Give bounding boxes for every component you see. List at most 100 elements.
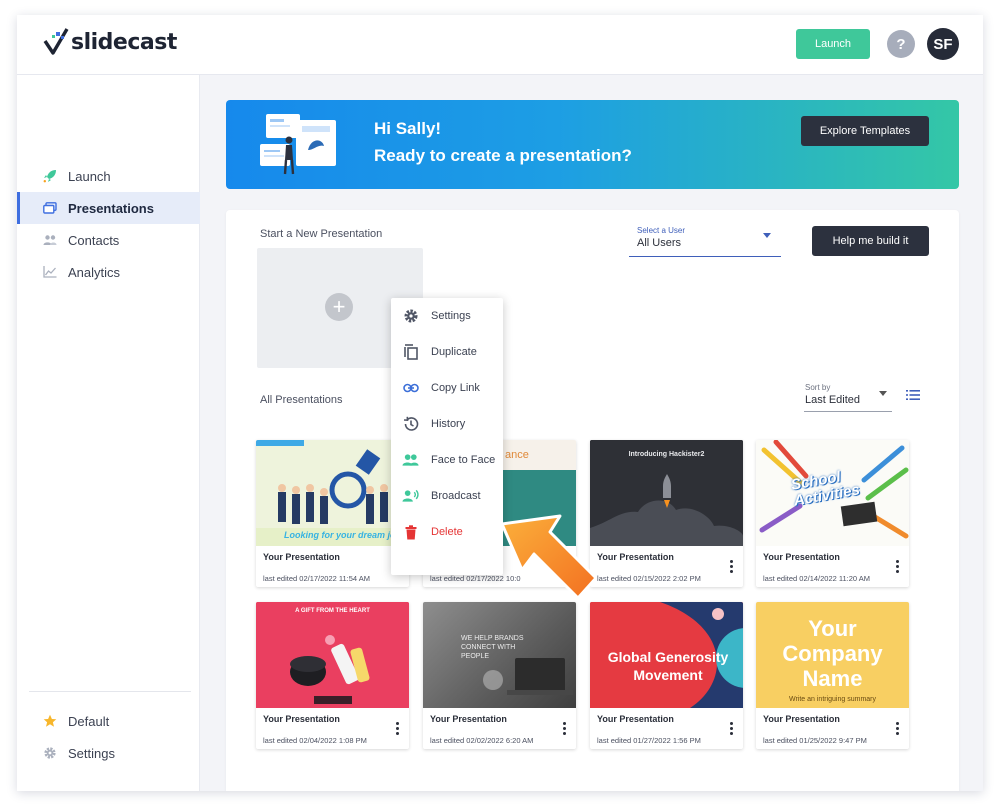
menu-item-label: Broadcast <box>431 490 481 502</box>
thumbnail-caption: A GIFT FROM THE HEART <box>295 608 370 614</box>
presentation-name: Your Presentation <box>263 552 340 562</box>
presentation-card[interactable]: Looking for your dream job? Your Present… <box>256 440 409 587</box>
sidebar-item-launch[interactable]: Launch <box>17 160 200 192</box>
presentation-date: last edited 02/02/2022 6:20 AM <box>430 736 534 745</box>
presentations-icon <box>43 201 57 215</box>
sidebar-item-presentations[interactable]: Presentations <box>17 192 200 224</box>
user-select-label: Select a User <box>637 226 686 235</box>
menu-item-label: Delete <box>431 526 463 538</box>
contacts-icon <box>43 233 57 247</box>
sidebar-item-label: Presentations <box>68 200 154 216</box>
sidebar-item-default[interactable]: Default <box>17 705 200 737</box>
menu-item-broadcast[interactable]: Broadcast <box>391 481 503 511</box>
menu-item-label: Settings <box>431 310 471 322</box>
presentation-card[interactable]: A GIFT FROM THE HEART Your Presentation … <box>256 602 409 749</box>
sidebar-divider <box>29 691 191 692</box>
welcome-banner: Hi Sally! Ready to create a presentation… <box>226 100 959 189</box>
thumbnail-caption: ance <box>505 449 529 461</box>
sort-select-value: Last Edited <box>805 394 861 406</box>
sidebar-item-settings[interactable]: Settings <box>17 737 200 769</box>
presentation-name: Your Presentation <box>597 552 674 562</box>
more-options-icon[interactable] <box>563 722 567 738</box>
thumbnail-caption: Looking for your dream job? <box>284 530 407 540</box>
gear-icon <box>402 308 419 325</box>
plus-icon: + <box>325 293 353 321</box>
presentation-name: Your Presentation <box>430 714 507 724</box>
logo-text: slidecast <box>71 29 177 55</box>
face-to-face-icon <box>402 452 419 469</box>
presentation-date: last edited 02/04/2022 1:08 PM <box>263 736 367 745</box>
explore-templates-button[interactable]: Explore Templates <box>801 116 929 146</box>
launch-button[interactable]: Launch <box>796 29 870 59</box>
presentation-name: Your Presentation <box>763 552 840 562</box>
presentation-name: Your Presentation <box>263 714 340 724</box>
thumbnail-caption: Introducing Hackister2 <box>628 451 705 458</box>
banner-greeting: Hi Sally! <box>374 119 442 138</box>
presentation-context-menu: Settings Duplicate Copy Link History Fac… <box>391 298 503 575</box>
user-select[interactable]: Select a User All Users <box>629 223 781 257</box>
sort-select[interactable]: Sort by Last Edited <box>804 378 892 412</box>
presentation-date: last edited 02/17/2022 11:54 AM <box>263 574 371 583</box>
menu-item-copy-link[interactable]: Copy Link <box>391 373 503 403</box>
more-options-icon[interactable] <box>896 560 900 576</box>
sidebar-item-label: Analytics <box>68 264 121 280</box>
analytics-icon <box>43 265 57 279</box>
presentation-card[interactable]: Global Generosity Movement Your Presenta… <box>590 602 743 749</box>
rocket-icon <box>43 169 57 183</box>
avatar[interactable]: SF <box>927 28 959 60</box>
presentation-card[interactable]: Introducing Hackister2 Your Presentation… <box>590 440 743 587</box>
menu-item-label: History <box>431 418 466 430</box>
presentations-panel: Start a New Presentation + Select a User… <box>226 210 959 791</box>
menu-item-face-to-face[interactable]: Face to Face <box>391 445 503 475</box>
menu-item-settings[interactable]: Settings <box>391 301 503 331</box>
pointer-arrow-icon <box>500 514 598 600</box>
presentation-card[interactable]: WE HELP BRANDS CONNECT WITH PEOPLE Your … <box>423 602 576 749</box>
presentation-date: last edited 02/15/2022 2:02 PM <box>597 574 701 583</box>
more-options-icon[interactable] <box>896 722 900 738</box>
menu-item-duplicate[interactable]: Duplicate <box>391 337 503 367</box>
thumbnail-subcaption: Write an intriguing summary <box>788 696 876 703</box>
star-icon <box>43 714 57 728</box>
presentation-thumbnail: Your Company Name Write an intriguing su… <box>756 602 909 708</box>
sidebar-item-label: Launch <box>68 168 111 184</box>
menu-item-label: Copy Link <box>431 382 480 394</box>
menu-item-label: Duplicate <box>431 346 477 358</box>
presentation-card[interactable]: Your Company Name Write an intriguing su… <box>756 602 909 749</box>
presentation-thumbnail: A GIFT FROM THE HEART <box>256 602 409 708</box>
help-button[interactable]: ? <box>887 30 915 58</box>
presentation-thumbnail: School Activities <box>756 440 909 546</box>
presentation-thumbnail: Looking for your dream job? <box>256 440 409 546</box>
more-options-icon[interactable] <box>396 722 400 738</box>
thumbnail-caption: Your Company Name <box>782 616 883 691</box>
sidebar-item-label: Contacts <box>68 232 120 248</box>
start-new-label: Start a New Presentation <box>260 228 383 240</box>
list-view-icon[interactable] <box>906 389 920 401</box>
presentation-thumbnail: Introducing Hackister2 <box>590 440 743 546</box>
gear-icon <box>43 746 57 760</box>
menu-item-label: Face to Face <box>431 454 496 466</box>
menu-item-delete[interactable]: Delete <box>391 517 503 547</box>
presentation-thumbnail: WE HELP BRANDS CONNECT WITH PEOPLE <box>423 602 576 708</box>
sidebar-item-contacts[interactable]: Contacts <box>17 224 200 256</box>
duplicate-icon <box>402 344 419 361</box>
sidebar-item-analytics[interactable]: Analytics <box>17 256 200 288</box>
thumbnail-caption: WE HELP BRANDS CONNECT WITH PEOPLE <box>461 635 524 660</box>
top-bar: slidecast Launch ? SF <box>17 15 983 75</box>
user-select-value: All Users <box>637 237 682 249</box>
trash-icon <box>402 524 419 541</box>
sort-select-label: Sort by <box>805 383 831 392</box>
banner-subtitle: Ready to create a presentation? <box>374 146 632 165</box>
history-icon <box>402 416 419 433</box>
presentation-card[interactable]: School Activities Your Presentation last… <box>756 440 909 587</box>
help-me-build-button[interactable]: Help me build it <box>812 226 929 256</box>
presentation-date: last edited 02/14/2022 11:20 AM <box>763 574 871 583</box>
menu-item-history[interactable]: History <box>391 409 503 439</box>
thumbnail-caption: Global Generosity Movement <box>607 649 729 683</box>
presentation-date: last edited 01/27/2022 1:56 PM <box>597 736 701 745</box>
broadcast-icon <box>402 488 419 505</box>
more-options-icon[interactable] <box>730 722 734 738</box>
chevron-down-icon <box>763 233 771 238</box>
logo[interactable]: slidecast <box>43 27 177 57</box>
sidebar-item-label: Default <box>68 713 110 729</box>
more-options-icon[interactable] <box>730 560 734 576</box>
